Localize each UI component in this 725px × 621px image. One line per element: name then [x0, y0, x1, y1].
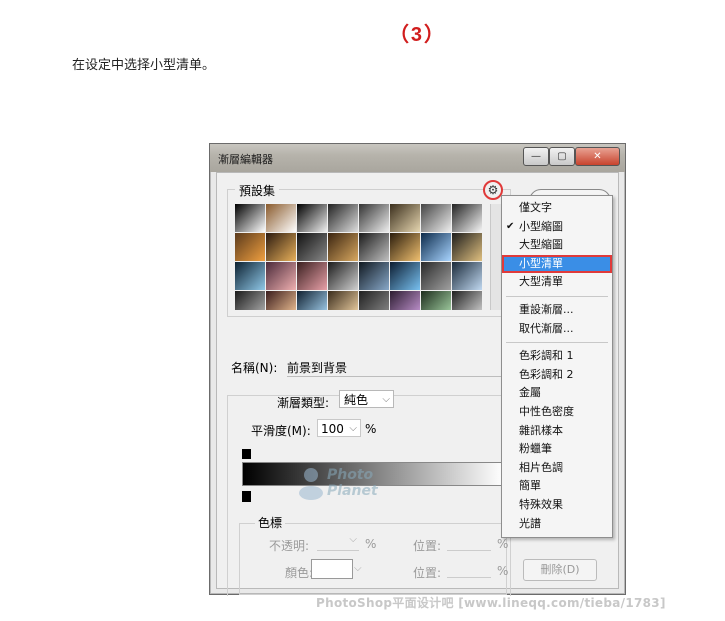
- preset-swatch[interactable]: [390, 233, 420, 261]
- minimize-button[interactable]: —: [523, 147, 549, 166]
- logo-text: Photo: [327, 467, 374, 483]
- opacity-input[interactable]: ⌵: [317, 534, 359, 551]
- menu-item-manage-1[interactable]: 重設漸層...: [502, 301, 612, 319]
- color-location-unit: %: [497, 564, 509, 578]
- check-icon: ✔: [506, 220, 515, 232]
- preset-swatch[interactable]: [452, 291, 482, 310]
- menu-item-manage-2[interactable]: 取代漸層...: [502, 320, 612, 338]
- color-location-input[interactable]: [447, 561, 491, 578]
- preset-swatch[interactable]: [328, 233, 358, 261]
- smoothness-unit: %: [365, 422, 377, 436]
- preset-swatch[interactable]: [266, 262, 296, 290]
- opacity-location-unit: %: [497, 537, 509, 551]
- preset-swatch[interactable]: [390, 262, 420, 290]
- preset-swatch[interactable]: [297, 262, 327, 290]
- preset-swatch[interactable]: [266, 233, 296, 261]
- preset-swatch[interactable]: [235, 204, 265, 232]
- menu-separator: [506, 342, 608, 344]
- preset-swatch[interactable]: [359, 204, 389, 232]
- smoothness-select[interactable]: 100 ⌵: [317, 419, 361, 437]
- close-button[interactable]: ✕: [575, 147, 620, 166]
- maximize-button[interactable]: ▢: [549, 147, 575, 166]
- preset-swatch[interactable]: [359, 291, 389, 310]
- preset-swatch[interactable]: [328, 204, 358, 232]
- color-label: 顏色:: [285, 566, 314, 580]
- delete-button[interactable]: 刪除(D): [523, 559, 597, 581]
- preset-swatch[interactable]: [235, 233, 265, 261]
- smoothness-value: 100: [321, 422, 344, 436]
- presets-label: 預設集: [235, 182, 280, 199]
- menu-item-library-7[interactable]: 相片色調: [502, 459, 612, 477]
- chevron-down-icon[interactable]: ⌵: [354, 563, 362, 574]
- gear-icon[interactable]: ⚙: [483, 180, 503, 200]
- menu-item-large-thumbnail[interactable]: 大型縮圖: [502, 236, 612, 254]
- menu-item-library-1[interactable]: 色彩調和 1: [502, 347, 612, 365]
- color-location-label: 位置:: [413, 566, 442, 580]
- preset-swatch-grid: [235, 204, 489, 310]
- menu-item-library-10[interactable]: 光譜: [502, 515, 612, 533]
- menu-item-library-3[interactable]: 金屬: [502, 384, 612, 402]
- menu-item-library-8[interactable]: 簡單: [502, 477, 612, 495]
- menu-separator: [506, 296, 608, 297]
- opacity-location-label: 位置:: [413, 539, 442, 553]
- menu-item-library-6[interactable]: 粉蠟筆: [502, 440, 612, 458]
- window-title: 漸層編輯器: [218, 153, 273, 166]
- menu-item-text-only[interactable]: 僅文字: [502, 199, 612, 217]
- opacity-label: 不透明:: [269, 539, 310, 553]
- preset-swatch[interactable]: [328, 262, 358, 290]
- logo-figure-icon: [299, 468, 323, 500]
- preset-swatch[interactable]: [390, 291, 420, 310]
- color-swatch[interactable]: [311, 559, 353, 579]
- preset-swatch[interactable]: [421, 262, 451, 290]
- opacity-stop-handle[interactable]: [242, 449, 251, 459]
- preset-swatch[interactable]: [235, 262, 265, 290]
- menu-item-large-list[interactable]: 大型清單: [502, 273, 612, 291]
- menu-item-small-thumbnail[interactable]: 小型縮圖 ✔: [502, 218, 612, 236]
- title-bar[interactable]: 漸層編輯器 — ▢ ✕: [210, 144, 625, 172]
- preset-swatch[interactable]: [297, 204, 327, 232]
- name-underline: [287, 376, 507, 377]
- preset-swatch[interactable]: [421, 204, 451, 232]
- menu-item-library-9[interactable]: 特殊效果: [502, 496, 612, 514]
- name-input[interactable]: 前景到背景: [287, 359, 347, 376]
- photoplanet-logo: Photo Planet: [297, 465, 397, 505]
- gradient-type-label: 漸層類型:: [277, 396, 330, 410]
- name-label: 名稱(N):: [231, 361, 278, 375]
- gradient-type-select[interactable]: 純色 ⌵: [339, 390, 394, 408]
- preset-swatch[interactable]: [235, 291, 265, 310]
- preset-swatch[interactable]: [266, 291, 296, 310]
- chevron-down-icon: ⌵: [349, 423, 357, 434]
- preset-swatch[interactable]: [452, 204, 482, 232]
- preset-swatch[interactable]: [266, 204, 296, 232]
- preset-swatch[interactable]: [421, 233, 451, 261]
- menu-item-library-5[interactable]: 雜訊樣本: [502, 422, 612, 440]
- color-stop-handle[interactable]: [242, 491, 251, 502]
- preset-settings-menu: 僅文字 小型縮圖 ✔ 大型縮圖 小型清單 大型清單重設漸層... 取代漸層... 色彩調和 1…: [501, 195, 613, 538]
- preset-swatch[interactable]: [297, 291, 327, 310]
- preset-swatch[interactable]: [297, 233, 327, 261]
- chevron-down-icon: ⌵: [382, 394, 390, 405]
- preset-swatch[interactable]: [390, 204, 420, 232]
- opacity-location-input[interactable]: [447, 534, 491, 551]
- logo-text: Planet: [327, 483, 378, 499]
- menu-item-small-list[interactable]: 小型清單: [502, 254, 612, 273]
- menu-item-library-2[interactable]: 色彩調和 2: [502, 366, 612, 384]
- preset-swatch[interactable]: [328, 291, 358, 310]
- opacity-unit: %: [365, 537, 377, 551]
- preset-swatch[interactable]: [359, 262, 389, 290]
- menu-item-library-4[interactable]: 中性色密度: [502, 403, 612, 421]
- step-label: （3）: [388, 24, 447, 46]
- preset-swatch[interactable]: [421, 291, 451, 310]
- preset-swatch[interactable]: [452, 262, 482, 290]
- preset-swatch[interactable]: [359, 233, 389, 261]
- color-stops-label: 色標: [255, 514, 286, 531]
- smoothness-label: 平滑度(M):: [251, 424, 311, 438]
- instruction-text: 在设定中选择小型清单。: [72, 58, 216, 73]
- preset-swatch[interactable]: [452, 233, 482, 261]
- chevron-down-icon: ⌵: [349, 534, 357, 545]
- footer-watermark: PhotoShop平面设计吧 [www.lineqq.com/tieba/178…: [316, 596, 666, 610]
- gradient-type-value: 純色: [344, 393, 369, 407]
